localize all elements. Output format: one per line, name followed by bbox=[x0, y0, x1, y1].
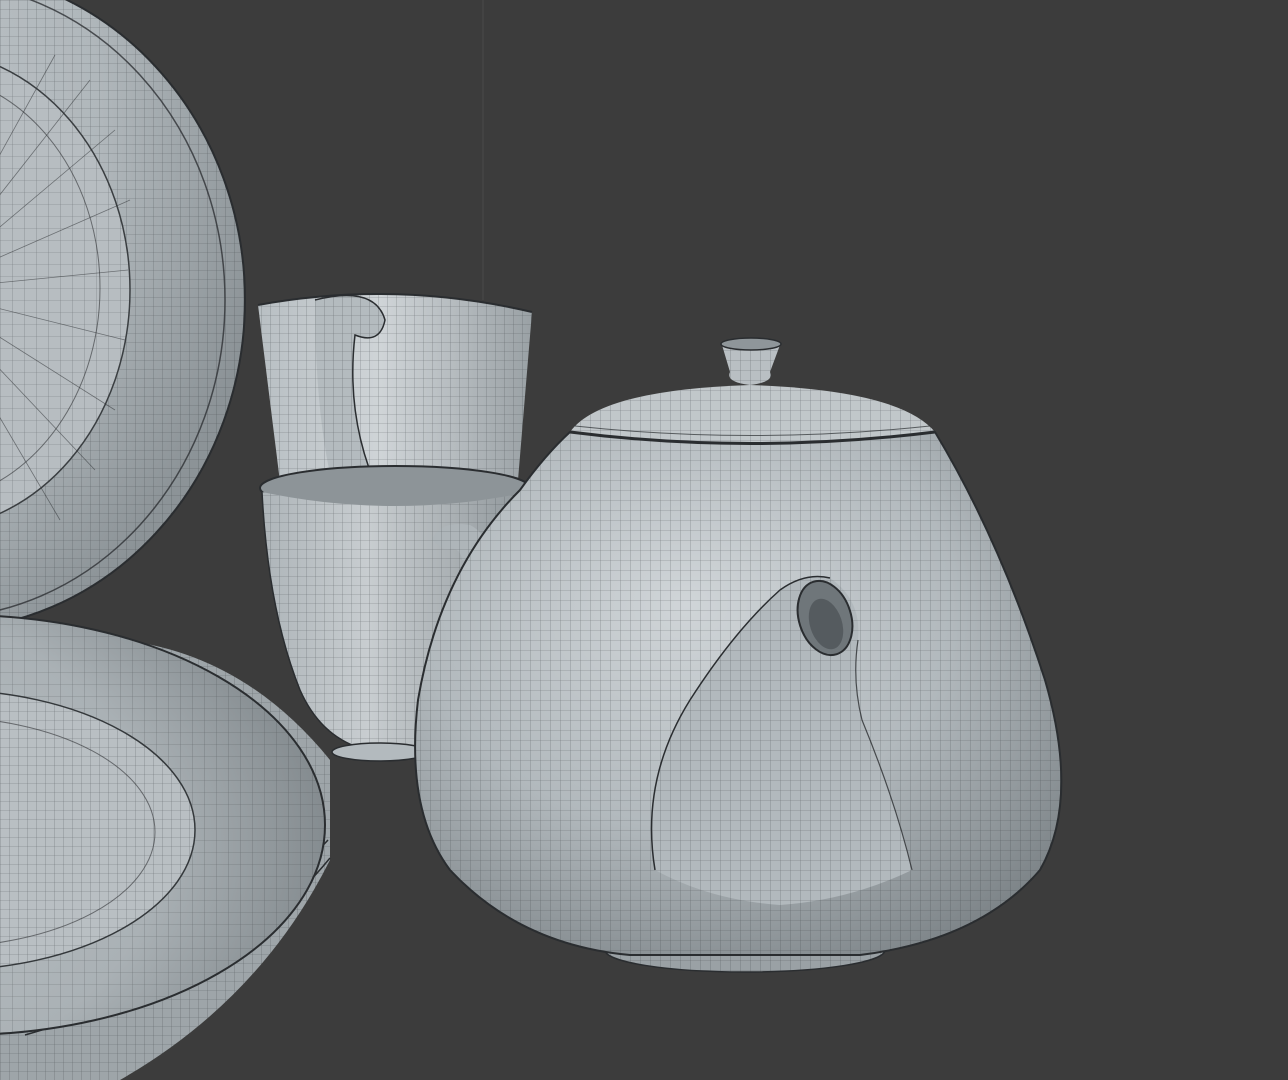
back-cup bbox=[257, 293, 533, 496]
viewport-render bbox=[0, 0, 1288, 1080]
wireframe-render-image bbox=[0, 0, 1288, 1080]
